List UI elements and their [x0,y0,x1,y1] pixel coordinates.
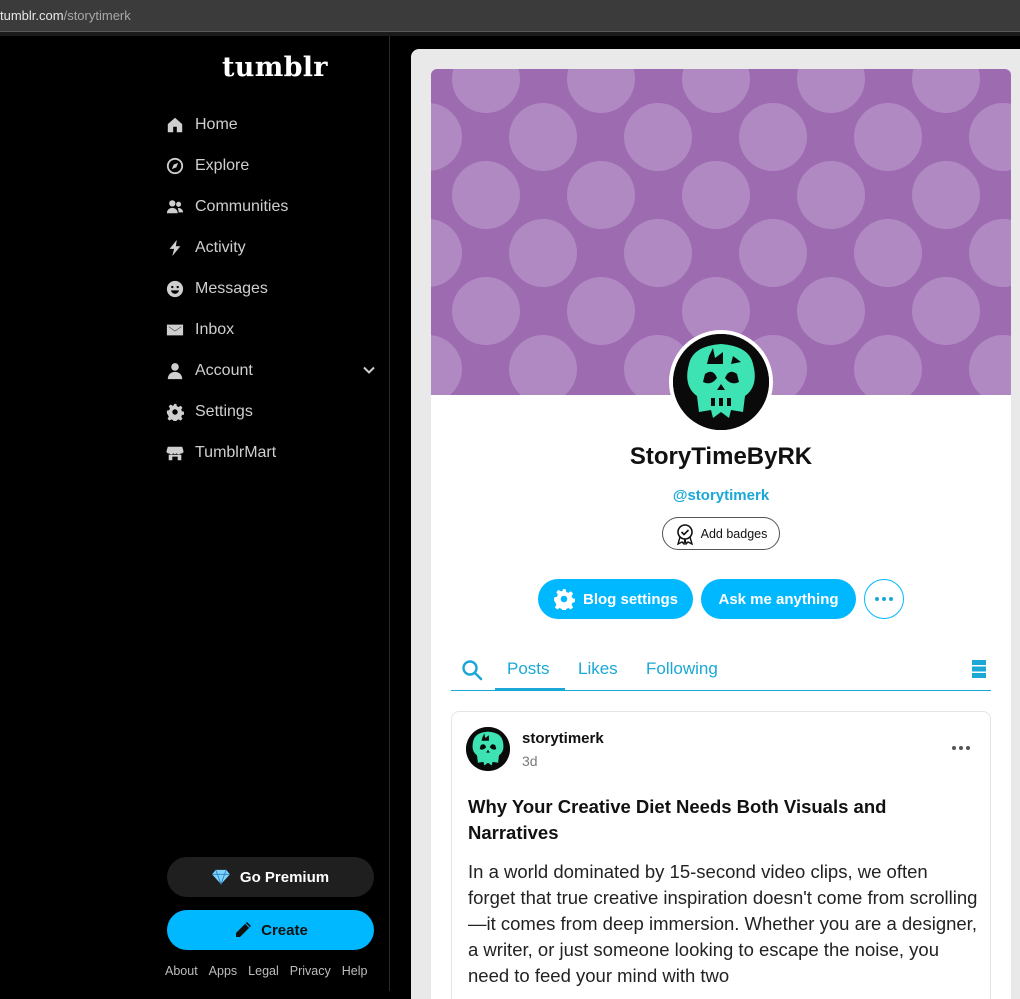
create-label: Create [261,921,308,939]
badge-icon [676,523,693,545]
blog-settings-button[interactable]: Blog settings [538,579,693,619]
ask-me-anything-button[interactable]: Ask me anything [701,579,856,619]
address-bar[interactable]: tumblr.com/storytimerk [0,0,1020,32]
person-icon [166,362,184,380]
sidebar-item-settings[interactable]: Settings [160,391,382,432]
sidebar-item-label: Activity [195,238,246,256]
sidebar-item-explore[interactable]: Explore [160,145,382,186]
shop-icon [166,444,184,462]
blog-avatar[interactable] [669,330,773,434]
lightning-icon [166,239,184,257]
diamond-icon [212,869,230,885]
sidebar-item-messages[interactable]: Messages [160,268,382,309]
footer-privacy-link[interactable]: Privacy [290,964,331,978]
more-options-button[interactable] [864,579,904,619]
sidebar-item-label: TumblrMart [195,443,277,461]
footer-apps-link[interactable]: Apps [209,964,238,978]
tab-posts[interactable]: Posts [507,659,550,679]
ask-me-anything-label: Ask me anything [718,590,839,608]
post-card: storytimerk 3d Why Your Creative Diet Ne… [451,711,991,999]
add-badges-button[interactable]: Add badges [662,517,780,550]
footer-about-link[interactable]: About [165,964,198,978]
url-domain: tumblr.com [0,8,64,23]
dot [959,746,963,750]
sidebar-item-label: Home [195,115,238,133]
footer-legal-link[interactable]: Legal [248,964,279,978]
post-username[interactable]: storytimerk [522,730,604,747]
sidebar-item-tumblrmart[interactable]: TumblrMart [160,432,382,473]
sidebar-item-inbox[interactable]: Inbox [160,309,382,350]
sidebar-nav: Home Explore Communities Activity Messag… [160,104,382,473]
envelope-icon [166,321,184,339]
sidebar-item-home[interactable]: Home [160,104,382,145]
sidebar-item-label: Explore [195,156,250,174]
gear-icon [166,403,184,421]
blog-title: StoryTimeByRK [629,443,813,470]
blog-handle[interactable]: @storytimerk [431,487,1011,504]
tab-following[interactable]: Following [646,659,718,679]
post-body: In a world dominated by 15-second video … [468,861,978,986]
post-timestamp[interactable]: 3d [522,753,538,769]
footer-links: About Apps Legal Privacy Help [165,964,378,978]
skull-ship-icon [673,334,769,430]
chevron-down-icon[interactable] [362,363,376,377]
go-premium-label: Go Premium [239,868,330,886]
blog-card: StoryTimeByRK @storytimerk Add badges Bl… [431,69,1011,999]
smiley-icon [166,280,184,298]
footer-help-link[interactable]: Help [342,964,368,978]
sidebar-item-label: Account [195,361,253,379]
go-premium-button[interactable]: Go Premium [167,857,374,897]
search-icon[interactable] [461,659,483,681]
sidebar-item-label: Messages [195,279,268,297]
skull-ship-icon [466,727,510,771]
sidebar-item-label: Settings [195,402,253,420]
sidebar-item-communities[interactable]: Communities [160,186,382,227]
tab-likes[interactable]: Likes [578,659,618,679]
sidebar-item-label: Inbox [195,320,235,338]
dot [966,746,970,750]
sidebar-item-activity[interactable]: Activity [160,227,382,268]
blog-settings-label: Blog settings [582,590,678,608]
people-icon [166,198,184,216]
post-more-options-icon[interactable] [952,746,970,750]
pencil-icon [236,922,252,937]
dot [875,597,879,601]
main-panel: StoryTimeByRK @storytimerk Add badges Bl… [411,49,1020,999]
sidebar-item-account[interactable]: Account [160,350,382,391]
blog-tabs: Posts Likes Following [451,649,991,691]
layout-toggle-icon[interactable] [971,659,987,679]
url-text[interactable]: tumblr.com/storytimerk [0,8,131,23]
sidebar: tumblr Home Explore Communities Activity… [0,36,390,991]
dot [882,597,886,601]
sidebar-item-label: Communities [195,197,289,215]
dot [952,746,956,750]
home-icon [166,116,184,134]
compass-icon [166,157,184,175]
url-path: /storytimerk [63,8,131,23]
post-title: Why Your Creative Diet Needs Both Visual… [468,796,887,843]
gear-icon [554,589,575,610]
create-button[interactable]: Create [167,910,374,950]
dot [889,597,893,601]
active-tab-indicator [495,688,565,690]
post-avatar[interactable] [466,727,510,771]
add-badges-label: Add badges [700,526,768,541]
tumblr-logo[interactable]: tumblr [222,52,328,83]
